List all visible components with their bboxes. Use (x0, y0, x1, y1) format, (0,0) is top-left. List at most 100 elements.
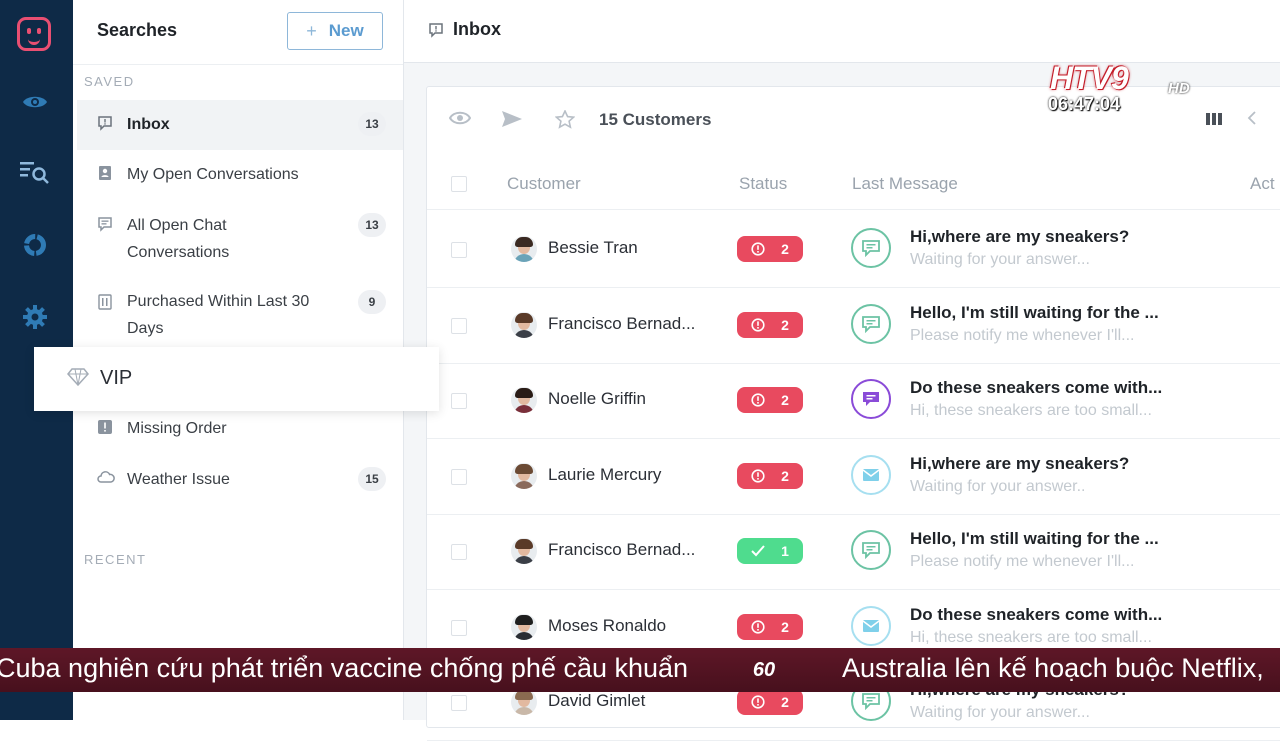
last-message-preview: Please notify me whenever I'll... (910, 326, 1135, 344)
person-card-icon (97, 165, 115, 183)
customer-name[interactable]: Bessie Tran (548, 238, 638, 258)
sidebar-item-weather-issue[interactable]: Weather Issue 15 (77, 454, 403, 504)
sidebar-item-label: VIP (100, 367, 133, 389)
column-header-customer[interactable]: Customer (507, 174, 581, 194)
chat-bubble-icon (428, 22, 444, 43)
sidebar-item-label: All Open Chat Conversations (127, 217, 230, 261)
row-checkbox[interactable] (451, 619, 467, 636)
status-count: 1 (781, 543, 789, 559)
send-icon[interactable] (501, 110, 523, 133)
sidebar-item-missing-order[interactable]: Missing Order (77, 404, 403, 454)
alert-circle-icon (751, 619, 765, 634)
sidebar-title: Searches (97, 20, 178, 40)
recent-section-label: RECENT (84, 552, 147, 567)
column-header-status[interactable]: Status (739, 174, 787, 194)
customer-name[interactable]: Laurie Mercury (548, 465, 661, 485)
last-message-preview: Waiting for your answer.. (910, 477, 1086, 495)
customer-name[interactable]: Francisco Bernad... (548, 540, 695, 560)
row-checkbox[interactable] (451, 695, 467, 711)
alert-box-icon (97, 419, 115, 437)
row-checkbox[interactable] (451, 468, 467, 485)
diamond-icon (67, 368, 89, 391)
last-message-title: Hi,where are my sneakers? (910, 227, 1130, 246)
last-message-title: Hello, I'm still waiting for the ... (910, 529, 1159, 548)
avatar (511, 236, 537, 262)
reports-icon[interactable] (20, 230, 50, 260)
row-checkbox[interactable] (451, 242, 467, 258)
eye-icon[interactable] (20, 87, 50, 117)
sidebar-item-label: Purchased Within Last 30 Days (127, 293, 310, 337)
sidebar-item-vip[interactable]: VIP (34, 347, 439, 411)
columns-icon[interactable] (1205, 111, 1223, 132)
status-badge: 2 (737, 689, 803, 715)
sidebar-item-my-open-conversations[interactable]: My Open Conversations (77, 150, 403, 200)
divider (73, 64, 403, 65)
table-row[interactable]: Francisco Bernad... 2 Hello, I'm still wai… (427, 288, 1280, 364)
sidebar-item-all-open-chat[interactable]: All Open Chat Conversations 13 (77, 200, 403, 272)
sidebar-item-purchased-30-days[interactable]: Purchased Within Last 30 Days 9 (77, 276, 403, 348)
broadcast-clock: 06:47:04 (1048, 94, 1121, 114)
alert-circle-icon (751, 695, 765, 709)
row-checkbox[interactable] (451, 544, 467, 560)
avatar (511, 311, 537, 338)
count-badge: 15 (358, 467, 386, 491)
receipt-icon (97, 294, 115, 312)
last-message-preview: Please notify me whenever I'll... (910, 553, 1135, 570)
chevron-left-icon[interactable] (1247, 111, 1257, 130)
table-row[interactable]: Noelle Griffin 2 Do these sneakers come wi… (427, 363, 1280, 439)
chat-lines-icon (97, 216, 115, 234)
last-message-title: Hi,where are my sneakers? (910, 453, 1130, 473)
customer-name[interactable]: Noelle Griffin (548, 389, 646, 409)
status-badge: 2 (737, 387, 803, 413)
last-message-preview: Hi, these sneakers are too small... (910, 402, 1152, 419)
sidebar-item-label: My Open Conversations (127, 166, 299, 183)
row-checkbox[interactable] (451, 393, 467, 409)
column-header-actions[interactable]: Act (1250, 174, 1275, 194)
email-icon (851, 605, 891, 646)
status-count: 2 (781, 467, 789, 484)
customer-count-title: 15 Customers (599, 110, 712, 129)
customer-list-panel: 15 Customers Customer Status Last Messag… (426, 86, 1280, 741)
channel-logo: HTV9 HD 06:47:04 (1044, 56, 1194, 116)
sidebar-item-label: Missing Order (127, 420, 227, 437)
avatar (511, 689, 537, 715)
avatar (511, 462, 537, 489)
star-icon[interactable] (554, 109, 576, 134)
sidebar-item-label: Inbox (127, 116, 170, 133)
table-row[interactable]: Laurie Mercury 2 Hi,where are my sneakers?… (427, 439, 1280, 515)
plus-icon: + (306, 20, 317, 41)
customer-name[interactable]: Francisco Bernad... (548, 314, 695, 334)
gear-icon[interactable] (20, 302, 50, 332)
table-row[interactable]: Francisco Bernad... 1 Hello, I'm still wai… (427, 514, 1280, 590)
new-search-button[interactable]: + New (287, 12, 383, 50)
channel-logo-text: HTV9 (1050, 60, 1129, 96)
email-icon (851, 454, 891, 495)
sidebar-item-inbox[interactable]: Inbox 13 (77, 100, 407, 150)
select-all-checkbox[interactable] (451, 176, 467, 192)
avatar (511, 387, 537, 413)
status-count: 2 (781, 618, 789, 635)
column-header-last-message[interactable]: Last Message (852, 174, 958, 194)
status-badge: 2 (737, 311, 803, 338)
app-logo[interactable] (17, 17, 51, 51)
last-message-title: Hello, I'm still waiting for the ... (910, 302, 1159, 322)
status-badge: 1 (737, 538, 803, 564)
customer-name[interactable]: David Gimlet (548, 691, 645, 711)
customer-name[interactable]: Moses Ronaldo (548, 616, 666, 636)
eye-icon[interactable] (448, 110, 472, 131)
count-badge: 13 (358, 213, 386, 237)
channel-hd-label: HD (1168, 80, 1190, 97)
row-checkbox[interactable] (451, 317, 467, 334)
chat-icon (851, 303, 891, 344)
page-title: Inbox (453, 19, 501, 39)
main-header: Inbox (404, 0, 1280, 63)
last-message-preview: Waiting for your answer... (910, 704, 1090, 721)
check-icon (751, 544, 765, 558)
search-list-icon[interactable] (20, 158, 50, 188)
count-badge: 13 (358, 112, 386, 136)
status-badge: 2 (737, 462, 803, 489)
table-row[interactable]: Bessie Tran 2 Hi,where are my sneakers? Wai… (427, 212, 1280, 288)
alert-circle-icon (751, 468, 765, 483)
alert-circle-icon (751, 393, 765, 407)
avatar (511, 538, 537, 564)
